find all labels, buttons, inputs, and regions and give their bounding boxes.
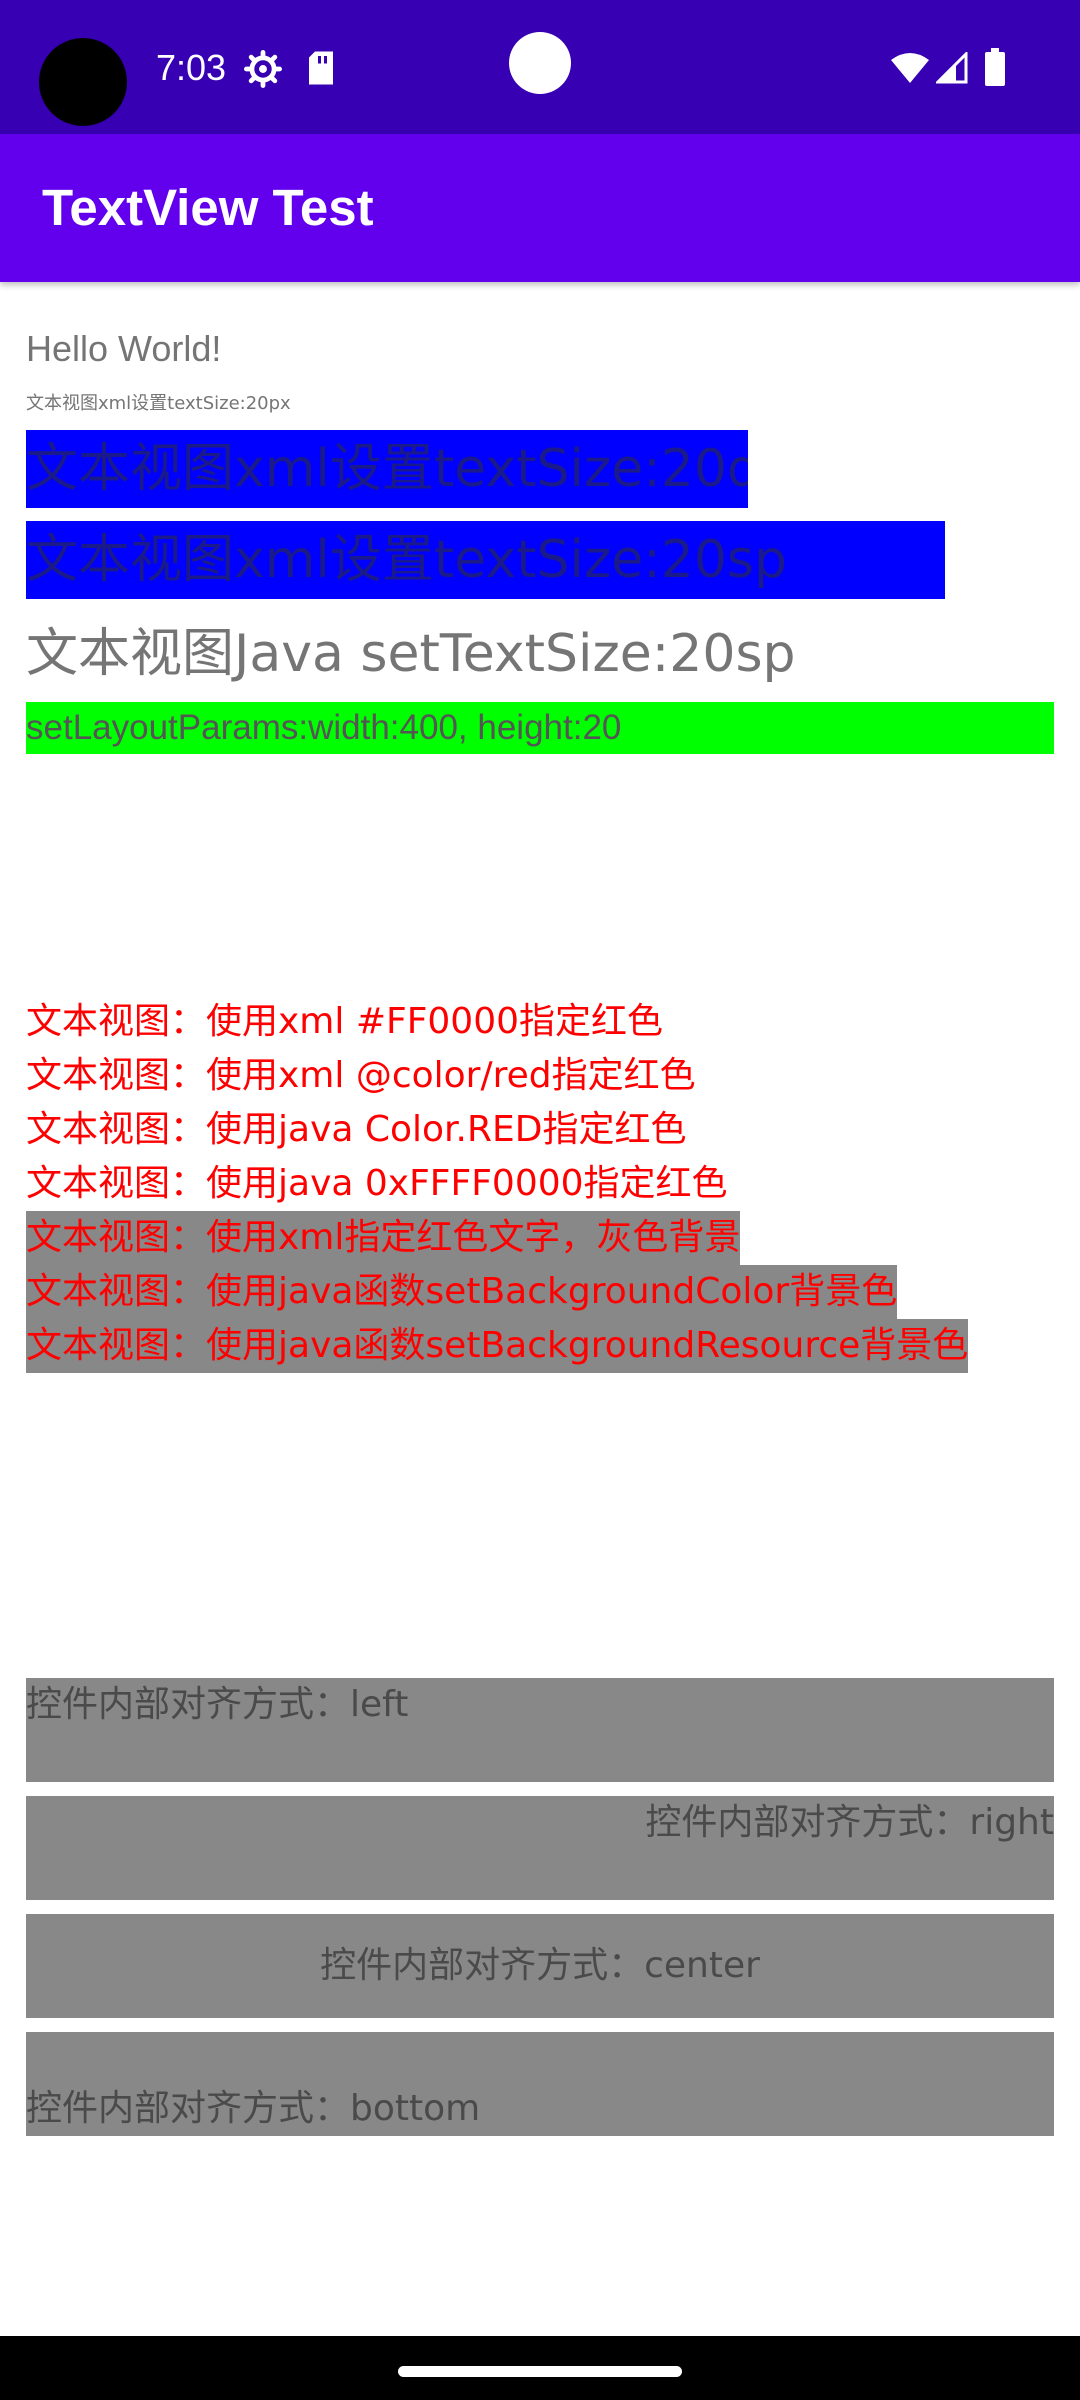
red-text-gray-bg: 文本视图：使用java函数setBackgroundColor背景色 xyxy=(26,1265,898,1319)
wifi-icon xyxy=(891,53,929,83)
textsize-px-text: 文本视图xml设置textSize:20px xyxy=(26,393,291,414)
red-text-line: 文本视图：使用java 0xFFFF0000指定红色 xyxy=(26,1163,728,1204)
align-bottom-text: 控件内部对齐方式：bottom xyxy=(26,2088,481,2129)
settings-gear-icon xyxy=(244,50,282,88)
align-center-box: 控件内部对齐方式：center xyxy=(26,1914,1054,2018)
align-left-text: 控件内部对齐方式：left xyxy=(26,1684,409,1725)
battery-icon xyxy=(985,48,1005,86)
screen: 7:03 TextView Test Hello World! 文本视图xml设… xyxy=(0,0,1080,2400)
hello-world-text: Hello World! xyxy=(26,328,222,369)
front-camera xyxy=(509,32,571,94)
red-text-line: 文本视图：使用xml @color/red指定红色 xyxy=(26,1055,696,1096)
home-gesture-handle[interactable] xyxy=(398,2366,682,2377)
layout-params-text: setLayoutParams:width:400, height:20 xyxy=(26,702,1054,754)
app-title: TextView Test xyxy=(42,179,374,236)
align-right-text: 控件内部对齐方式：right xyxy=(645,1802,1054,1843)
textsize-dp-text: 文本视图xml设置textSize:20dp xyxy=(26,430,748,508)
navigation-bar xyxy=(0,2336,1080,2400)
red-text-gray-bg: 文本视图：使用java函数setBackgroundResource背景色 xyxy=(26,1319,969,1373)
sd-card-icon xyxy=(309,51,333,85)
red-text-line: 文本视图：使用xml #FF0000指定红色 xyxy=(26,1001,664,1042)
textsize-sp-text: 文本视图xml设置textSize:20sp xyxy=(26,521,945,599)
red-text-line: 文本视图：使用java Color.RED指定红色 xyxy=(26,1109,687,1150)
app-bar: TextView Test xyxy=(0,134,1080,282)
align-right-box: 控件内部对齐方式：right xyxy=(26,1796,1054,1900)
align-left-box: 控件内部对齐方式：left xyxy=(26,1678,1054,1782)
align-center-text: 控件内部对齐方式：center xyxy=(320,1945,760,1986)
red-text-gray-bg: 文本视图：使用xml指定红色文字，灰色背景 xyxy=(26,1211,741,1265)
status-time: 7:03 xyxy=(156,47,227,88)
signal-icon xyxy=(936,52,968,84)
align-bottom-box: 控件内部对齐方式：bottom xyxy=(26,2032,1054,2136)
status-bar: 7:03 xyxy=(0,0,1080,134)
java-textsize-text: 文本视图Java setTextSize:20sp xyxy=(26,624,796,684)
camera-cutout xyxy=(39,38,127,126)
